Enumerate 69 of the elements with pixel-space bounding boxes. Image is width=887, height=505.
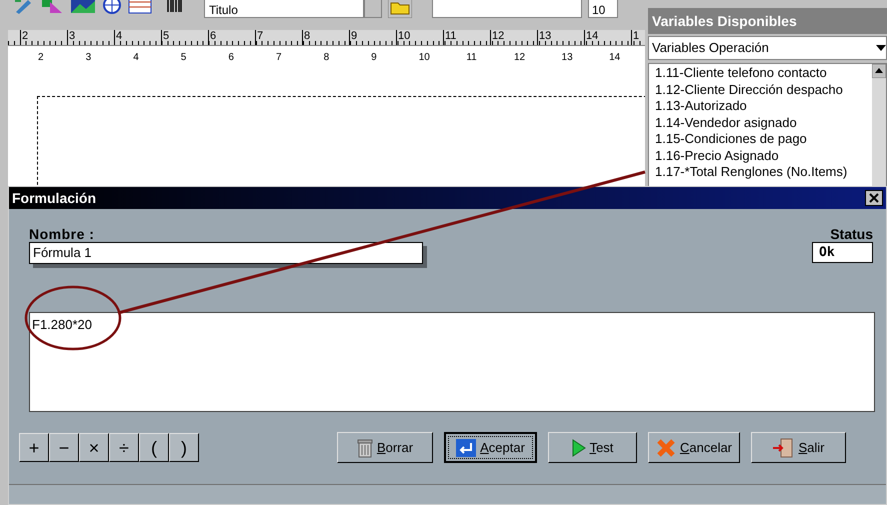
ruler-number: 13: [539, 30, 552, 42]
dialog-button[interactable]: Cancelar: [648, 432, 740, 463]
variable-item[interactable]: 1.14-Vendedor asignado: [655, 114, 872, 131]
style-combo[interactable]: [432, 0, 582, 18]
ruler-number: 11: [445, 30, 456, 42]
exit-door-icon: [772, 438, 794, 458]
category-value: Variables Operación: [652, 39, 769, 58]
name-label: Nombre :: [29, 226, 96, 242]
operator-button[interactable]: −: [49, 433, 79, 462]
ruler-number: 6: [210, 30, 216, 42]
ruler-number: 7: [257, 30, 264, 42]
column-number: 7: [276, 52, 282, 63]
column-number: 5: [180, 52, 186, 63]
operator-button[interactable]: +: [19, 433, 49, 462]
dialog-button[interactable]: Salir: [751, 432, 846, 463]
barcode-icon[interactable]: [166, 0, 184, 14]
ruler-number: 2: [22, 30, 28, 42]
variable-item[interactable]: 1.15-Condiciones de pago: [655, 131, 872, 148]
dialog-button[interactable]: Test: [548, 432, 637, 463]
column-number: 14: [609, 52, 620, 63]
dialog-button[interactable]: Borrar: [337, 432, 433, 463]
table-icon[interactable]: [128, 0, 152, 14]
variable-item[interactable]: 1.13-Autorizado: [655, 98, 872, 114]
size-combo[interactable]: 10: [588, 0, 618, 18]
ruler-number: 8: [304, 30, 310, 42]
globe-icon[interactable]: [102, 0, 122, 14]
ruler-number: 4: [116, 30, 122, 42]
ruler-number: 12: [492, 30, 504, 42]
status-label: Status: [830, 226, 873, 242]
column-number: 13: [562, 52, 573, 63]
variable-item[interactable]: 1.16-Precio Asignado: [655, 148, 872, 164]
column-number: 10: [418, 52, 430, 63]
dialog-title: Formulación: [12, 188, 96, 208]
close-icon[interactable]: [865, 190, 883, 206]
dropdown-arrow-icon[interactable]: [876, 45, 886, 51]
picture-icon[interactable]: [70, 0, 96, 14]
column-number: 6: [228, 52, 234, 63]
column-number: 9: [371, 52, 377, 63]
column-number: 12: [514, 52, 526, 63]
operator-button[interactable]: (: [139, 433, 169, 462]
operator-button[interactable]: ×: [79, 433, 109, 462]
column-number: 2: [38, 52, 44, 63]
ruler-number: 1: [633, 30, 640, 42]
column-number: 3: [86, 52, 92, 63]
category-dropdown[interactable]: Variables Operación: [648, 36, 887, 60]
variable-item[interactable]: 1.11-Cliente telefono contacto: [655, 65, 872, 82]
panel-title-bar: Variables Disponibles: [648, 8, 887, 34]
ruler-number: 10: [398, 30, 410, 42]
folder-icon[interactable]: [388, 0, 412, 18]
variable-item[interactable]: 1.12-Cliente Dirección despacho: [655, 82, 872, 98]
ruler-number: 14: [586, 30, 598, 42]
operator-button[interactable]: ÷: [109, 433, 139, 462]
column-number: 4: [133, 52, 139, 63]
font-combo[interactable]: Titulo: [204, 0, 364, 18]
ruler-number: 5: [163, 30, 170, 42]
dialog-button[interactable]: Aceptar: [444, 432, 537, 463]
ruler-number: 9: [351, 30, 358, 42]
enter-key-icon: [456, 438, 476, 456]
variable-item[interactable]: 1.17-*Total Renglones (No.Items): [655, 164, 872, 180]
scroll-up-icon[interactable]: [872, 64, 886, 78]
operator-button[interactable]: ): [169, 433, 199, 462]
cross-icon: [656, 438, 676, 458]
play-icon: [572, 438, 586, 456]
status-field: Ok: [812, 242, 873, 263]
formula-field[interactable]: F1.280*20: [29, 312, 875, 412]
trash-icon: [356, 438, 373, 458]
column-number: 8: [324, 52, 330, 63]
column-number: 11: [466, 52, 477, 63]
ruler-number: 3: [69, 30, 76, 42]
